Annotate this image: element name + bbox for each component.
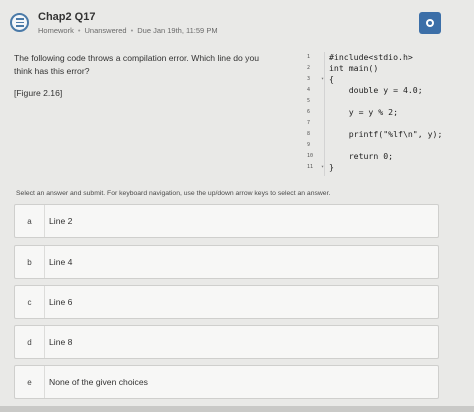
question-prompt: The following code throws a compilation … <box>14 53 260 76</box>
line-number: 8 <box>307 131 311 137</box>
circle-icon <box>426 19 434 27</box>
question-meta: Homework • Unanswered • Due Jan 19th, 11:59 … <box>38 26 218 35</box>
code-line: 6 y = y % 2; <box>302 107 462 118</box>
question-title: Chap2 Q17 <box>38 11 96 23</box>
question-list-icon <box>10 13 29 32</box>
line-number: 11 <box>307 164 314 170</box>
assignment-type: Homework <box>38 26 74 35</box>
option-letter: b <box>15 246 45 278</box>
line-number: 9 <box>307 142 311 148</box>
code-line: 7 <box>302 118 462 129</box>
option-text: Line 2 <box>49 216 73 226</box>
option-letter: e <box>15 366 45 398</box>
code-line: 3 ▾ { <box>302 74 462 85</box>
answer-option-c[interactable]: c Line 6 <box>14 285 439 319</box>
code-text: } <box>329 162 334 172</box>
option-text: Line 8 <box>49 337 73 347</box>
answer-option-a[interactable]: a Line 2 <box>14 204 439 238</box>
line-number: 4 <box>307 87 311 93</box>
answer-option-b[interactable]: b Line 4 <box>14 245 439 279</box>
option-letter: d <box>15 326 45 358</box>
code-text: #include<stdio.h> <box>329 52 413 62</box>
line-number: 1 <box>307 54 311 60</box>
option-letter: c <box>15 286 45 318</box>
fold-marker: ▾ <box>321 76 325 82</box>
code-text: int main() <box>329 63 379 73</box>
line-number: 7 <box>307 120 311 126</box>
fold-marker: ▾ <box>321 164 325 170</box>
code-line: 1 #include<stdio.h> <box>302 52 462 63</box>
answer-status: Unanswered <box>84 26 127 35</box>
due-date: Due Jan 19th, 11:59 PM <box>137 26 218 35</box>
code-line: 4 double y = 4.0; <box>302 85 462 96</box>
code-line: 5 <box>302 96 462 107</box>
answer-option-d[interactable]: d Line 8 <box>14 325 439 359</box>
option-text: None of the given choices <box>49 377 148 387</box>
figure-reference: [Figure 2.16] <box>14 88 63 98</box>
question-action-button[interactable] <box>419 12 441 34</box>
code-figure: 1 #include<stdio.h> 2 int main() 3 ▾ { 4… <box>302 50 462 178</box>
line-number: 2 <box>307 65 311 71</box>
question-header: Chap2 Q17 Homework • Unanswered • Due Jan 19… <box>0 0 474 44</box>
code-text: y = y % 2; <box>329 107 399 117</box>
code-text: double y = 4.0; <box>329 85 423 95</box>
line-number: 10 <box>307 153 314 159</box>
code-line: 2 int main() <box>302 63 462 74</box>
code-text: return 0; <box>329 151 394 161</box>
code-line: 8 printf("%lf\n", y); <box>302 129 462 140</box>
code-line: 10 return 0; <box>302 151 462 162</box>
answer-instruction: Select an answer and submit. For keyboar… <box>16 190 331 197</box>
bottom-bar <box>0 406 474 412</box>
option-text: Line 6 <box>49 297 73 307</box>
option-letter: a <box>15 205 45 237</box>
line-number: 6 <box>307 109 311 115</box>
code-line: 9 <box>302 140 462 151</box>
answer-option-e[interactable]: e None of the given choices <box>14 365 439 399</box>
line-number: 3 <box>307 76 311 82</box>
line-number: 5 <box>307 98 311 104</box>
code-text: printf("%lf\n", y); <box>329 129 443 139</box>
option-text: Line 4 <box>49 257 73 267</box>
code-text: { <box>329 74 334 84</box>
code-line: 11 ▾ } <box>302 162 462 173</box>
